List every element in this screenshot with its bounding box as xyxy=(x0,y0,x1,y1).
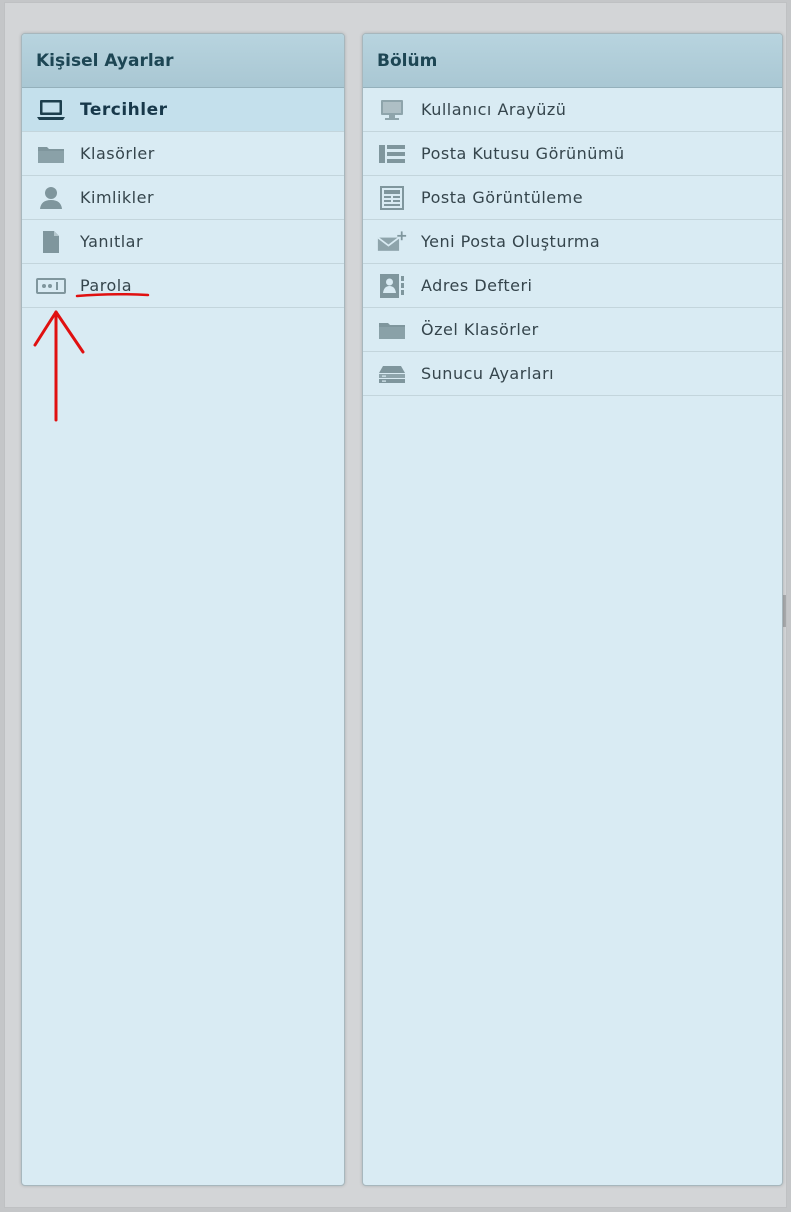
sidebar-item-label: Parola xyxy=(80,276,132,295)
sidebar-item-label: Tercihler xyxy=(80,99,168,120)
password-icon xyxy=(36,273,66,299)
compose-mail-icon xyxy=(377,229,407,255)
list-view-icon xyxy=(377,141,407,167)
sidebar-item-folders[interactable]: Klasörler xyxy=(22,132,344,176)
section-item-message-display[interactable]: Posta Görüntüleme xyxy=(363,176,782,220)
laptop-icon xyxy=(36,97,66,123)
section-item-server-settings[interactable]: Sunucu Ayarları xyxy=(363,352,782,396)
personal-settings-panel: Kişisel Ayarlar Tercihler Klasörler Kiml… xyxy=(21,33,345,1186)
section-item-mailbox-view[interactable]: Posta Kutusu Görünümü xyxy=(363,132,782,176)
server-icon xyxy=(377,361,407,387)
section-item-label: Özel Klasörler xyxy=(421,320,539,339)
sidebar-item-password[interactable]: Parola xyxy=(22,264,344,308)
section-item-label: Adres Defteri xyxy=(421,276,533,295)
section-item-label: Posta Kutusu Görünümü xyxy=(421,144,625,163)
sidebar-item-identities[interactable]: Kimlikler xyxy=(22,176,344,220)
sidebar-item-responses[interactable]: Yanıtlar xyxy=(22,220,344,264)
monitor-icon xyxy=(377,97,407,123)
folder-icon xyxy=(377,317,407,343)
section-item-address-book[interactable]: Adres Defteri xyxy=(363,264,782,308)
resize-handle[interactable] xyxy=(783,595,786,627)
section-panel: Bölüm Kullanıcı Arayüzü Posta Kutusu Gör… xyxy=(362,33,783,1186)
section-item-label: Kullanıcı Arayüzü xyxy=(421,100,567,119)
sidebar-item-preferences[interactable]: Tercihler xyxy=(22,88,344,132)
sidebar-item-label: Klasörler xyxy=(80,144,155,163)
section-item-label: Posta Görüntüleme xyxy=(421,188,584,207)
sidebar-item-label: Yanıtlar xyxy=(80,232,144,251)
section-header: Bölüm xyxy=(363,34,782,88)
document-icon xyxy=(36,229,66,255)
address-book-icon xyxy=(377,273,407,299)
section-item-label: Yeni Posta Oluşturma xyxy=(421,232,601,251)
section-item-special-folders[interactable]: Özel Klasörler xyxy=(363,308,782,352)
section-item-label: Sunucu Ayarları xyxy=(421,364,555,383)
personal-settings-header: Kişisel Ayarlar xyxy=(22,34,344,88)
message-view-icon xyxy=(377,185,407,211)
user-icon xyxy=(36,185,66,211)
sidebar-item-label: Kimlikler xyxy=(80,188,155,207)
section-item-user-interface[interactable]: Kullanıcı Arayüzü xyxy=(363,88,782,132)
folder-icon xyxy=(36,141,66,167)
section-item-compose[interactable]: Yeni Posta Oluşturma xyxy=(363,220,782,264)
